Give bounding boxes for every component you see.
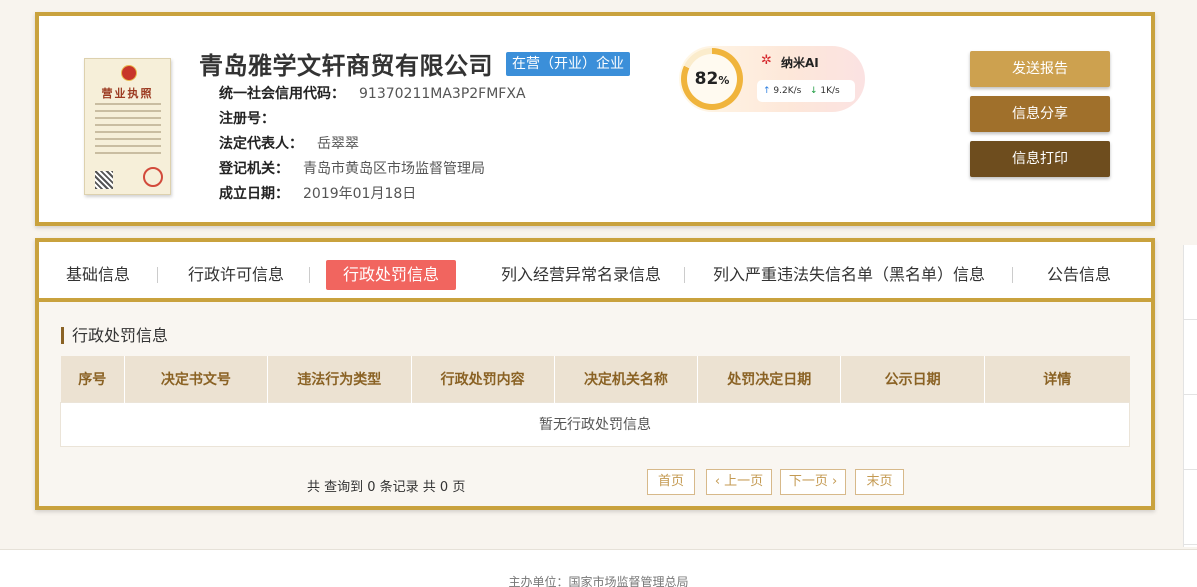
prev-page-button[interactable]: ‹ 上一页 [706, 469, 772, 495]
official-seal-icon [143, 167, 163, 187]
empty-message: 暂无行政处罚信息 [60, 401, 1130, 447]
table-row: 暂无行政处罚信息 [60, 401, 1130, 447]
section-title: 行政处罚信息 [61, 327, 168, 344]
info-label: 登记机关： [219, 161, 289, 177]
detail-card: 基础信息 行政许可信息 行政处罚信息 列入经营异常名录信息 列入严重违法失信名单… [35, 238, 1155, 510]
info-row-authority: 登记机关： 青岛市黄岛区市场监督管理局 [219, 157, 526, 182]
last-page-button[interactable]: 末页 [855, 469, 904, 495]
upload-speed: 9.2K/s [773, 86, 802, 96]
info-row-founded: 成立日期： 2019年01月18日 [219, 182, 526, 207]
license-text-lines [95, 103, 161, 159]
penalty-table: 序号 决定书文号 违法行为类型 行政处罚内容 决定机关名称 处罚决定日期 公示日… [60, 356, 1130, 447]
status-badge: 在营（开业）企业 [506, 52, 630, 76]
send-report-button[interactable]: 发送报告 [970, 51, 1110, 87]
column-header: 行政处罚内容 [411, 356, 555, 402]
national-emblem-icon [121, 65, 137, 81]
chevron-right-icon: › [827, 474, 838, 489]
score-ring: 82% [681, 48, 743, 110]
tab-admin-penalty[interactable]: 行政处罚信息 [326, 260, 456, 290]
network-speed: ↑ 9.2K/s ↓ 1K/s [757, 80, 855, 102]
tab-divider [309, 267, 310, 283]
tab-divider [684, 267, 685, 283]
info-value: 岳翠翠 [317, 136, 359, 152]
tab-basic-info[interactable]: 基础信息 [61, 260, 135, 290]
tab-divider [1012, 267, 1013, 283]
info-value: 2019年01月18日 [303, 186, 417, 202]
info-row-reg-number: 注册号： [219, 107, 526, 132]
tab-blacklist[interactable]: 列入严重违法失信名单（黑名单）信息 [704, 260, 994, 290]
pager-summary: 共 查询到 0 条记录 共 0 页 [307, 480, 466, 495]
download-arrow-icon: ↓ [809, 86, 818, 96]
info-label: 法定代表人： [219, 136, 303, 152]
table-header-row: 序号 决定书文号 违法行为类型 行政处罚内容 决定机关名称 处罚决定日期 公示日… [60, 356, 1130, 402]
tab-divider [157, 267, 158, 283]
company-summary-card: 营业执照 青岛雅学文轩商贸有限公司 在营（开业）企业 统一社会信用代码： 9137… [35, 12, 1155, 226]
tab-bar: 基础信息 行政许可信息 行政处罚信息 列入经营异常名录信息 列入严重违法失信名单… [39, 242, 1151, 302]
info-label: 统一社会信用代码： [219, 86, 345, 102]
business-license-image[interactable]: 营业执照 [84, 58, 171, 195]
ai-label: 纳米AI [781, 56, 819, 70]
column-header: 决定机关名称 [554, 356, 699, 402]
share-info-button[interactable]: 信息分享 [970, 96, 1110, 132]
ai-score-widget[interactable]: 82% ✲ 纳米AI ↑ 9.2K/s ↓ 1K/s [679, 46, 865, 112]
column-header: 公示日期 [840, 356, 986, 402]
column-header: 处罚决定日期 [697, 356, 842, 402]
license-title: 营业执照 [101, 87, 154, 100]
info-value: 青岛市黄岛区市场监督管理局 [303, 161, 485, 177]
tab-announcements[interactable]: 公告信息 [1039, 260, 1119, 290]
upload-arrow-icon: ↑ [763, 86, 771, 96]
first-page-button[interactable]: 首页 [647, 469, 695, 495]
score-value: 82% [687, 54, 737, 104]
print-info-button[interactable]: 信息打印 [970, 141, 1110, 177]
info-row-legal-rep: 法定代表人： 岳翠翠 [219, 132, 526, 157]
column-header: 序号 [60, 356, 125, 402]
chevron-left-icon: ‹ [714, 474, 725, 489]
info-value: 91370211MA3P2FMFXA [359, 86, 526, 102]
qr-code-icon [95, 171, 113, 189]
column-header: 详情 [984, 356, 1130, 402]
next-page-label: 下一页 [788, 474, 828, 489]
next-page-button[interactable]: 下一页 › [780, 469, 846, 495]
nano-ai-logo-icon: ✲ [761, 53, 772, 68]
tab-admin-license[interactable]: 行政许可信息 [183, 260, 289, 290]
company-info-list: 统一社会信用代码： 91370211MA3P2FMFXA 注册号： 法定代表人： 岳… [219, 82, 526, 207]
download-speed: 1K/s [820, 86, 840, 96]
info-label: 成立日期： [219, 186, 289, 202]
tab-abnormal-list[interactable]: 列入经营异常名录信息 [486, 260, 676, 290]
company-name: 青岛雅学文轩商贸有限公司 [199, 52, 493, 80]
info-label: 注册号： [219, 111, 275, 127]
info-row-credit-code: 统一社会信用代码： 91370211MA3P2FMFXA [219, 82, 526, 107]
column-header: 违法行为类型 [267, 356, 412, 402]
footer-host-text: 主办单位：国家市场监督管理总局 [508, 575, 689, 587]
prev-page-label: 上一页 [724, 474, 764, 489]
column-header: 决定书文号 [124, 356, 268, 402]
side-float-panel[interactable] [1183, 245, 1197, 547]
